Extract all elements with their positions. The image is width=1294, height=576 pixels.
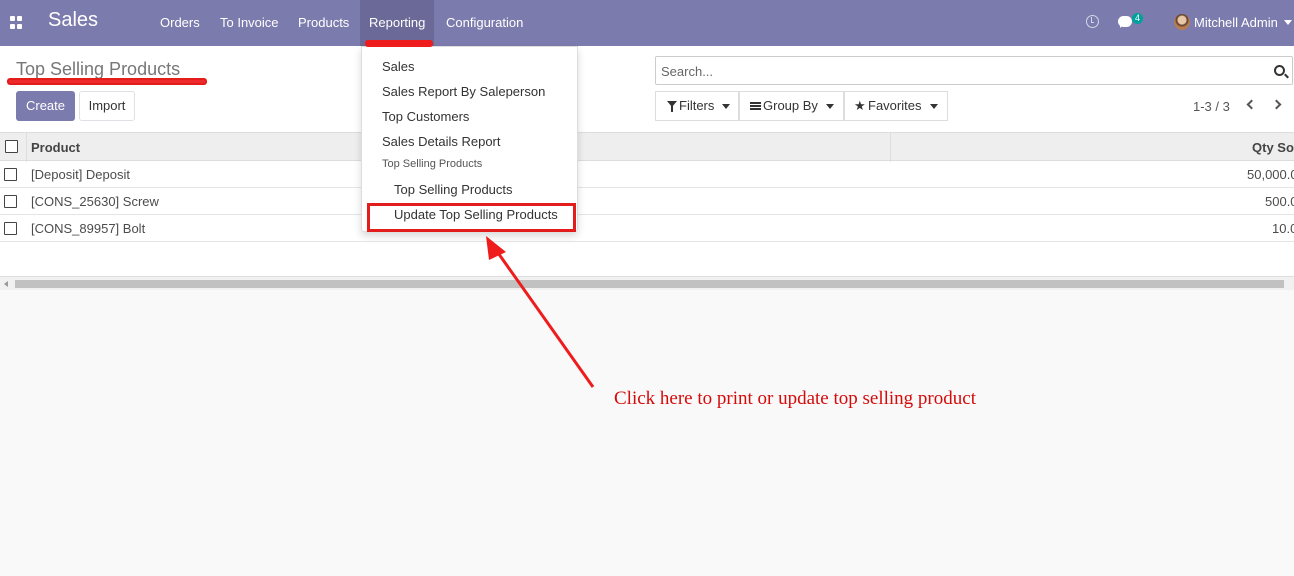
qty-sold: 10.0	[1272, 221, 1294, 236]
menu-item-top-customers[interactable]: Top Customers	[382, 109, 469, 124]
column-divider	[26, 133, 27, 162]
qty-sold: 50,000.0	[1247, 167, 1294, 182]
control-panel: Top Selling Products Create Import Filte…	[0, 46, 1294, 132]
column-header-product[interactable]: Product	[31, 140, 80, 155]
chevron-right-icon[interactable]	[1271, 99, 1282, 110]
row-checkbox[interactable]	[4, 168, 17, 181]
menu-orders[interactable]: Orders	[151, 0, 209, 46]
table-row[interactable]: [CONS_25630] Screw 500.0	[0, 188, 1294, 215]
group-by-label: Group By	[763, 98, 818, 113]
title-red-underline	[7, 78, 207, 85]
product-name: [Deposit] Deposit	[31, 167, 130, 182]
activity-clock-icon[interactable]	[1086, 15, 1099, 28]
filters-button[interactable]: Filters	[655, 91, 739, 121]
horizontal-scrollbar[interactable]	[0, 276, 1294, 290]
top-navbar: Sales Orders To Invoice Products Reporti…	[0, 0, 1294, 46]
product-name: [CONS_25630] Screw	[31, 194, 159, 209]
product-name: [CONS_89957] Bolt	[31, 221, 146, 236]
pager-value[interactable]: 1-3 / 3	[1193, 99, 1230, 114]
search-box[interactable]	[655, 56, 1293, 85]
import-button[interactable]: Import	[79, 91, 135, 121]
chat-icon[interactable]	[1118, 16, 1132, 28]
menu-item-top-selling-products[interactable]: Top Selling Products	[394, 182, 513, 197]
menu-products[interactable]: Products	[289, 0, 358, 46]
menu-item-sales-report-by-saleperson[interactable]: Sales Report By Saleperson	[382, 84, 545, 99]
caret-down-icon	[826, 104, 834, 109]
group-by-button[interactable]: Group By	[739, 91, 844, 121]
filters-label: Filters	[679, 98, 715, 113]
search-icon[interactable]	[1274, 65, 1285, 76]
user-avatar[interactable]	[1174, 14, 1190, 30]
annotation-text: Click here to print or update top sellin…	[614, 388, 976, 409]
list-view: Product Qty So [Deposit] Deposit 50,000.…	[0, 132, 1294, 290]
select-all-checkbox[interactable]	[5, 140, 18, 153]
scroll-left-icon[interactable]	[4, 281, 8, 287]
menu-item-sales[interactable]: Sales	[382, 59, 415, 74]
bars-icon	[750, 102, 761, 110]
app-brand[interactable]: Sales	[48, 9, 98, 32]
chevron-left-icon[interactable]	[1246, 99, 1257, 110]
page-title: Top Selling Products	[16, 59, 181, 79]
user-menu-name[interactable]: Mitchell Admin	[1194, 0, 1278, 46]
star-icon: ★	[854, 98, 866, 113]
table-row[interactable]: [CONS_89957] Bolt 10.0	[0, 215, 1294, 242]
menu-to-invoice[interactable]: To Invoice	[211, 0, 288, 46]
favorites-button[interactable]: ★ Favorites	[844, 91, 948, 121]
scrollbar-thumb[interactable]	[15, 280, 1284, 288]
column-header-qty[interactable]: Qty So	[1252, 140, 1294, 155]
create-button[interactable]: Create	[16, 91, 75, 121]
update-item-highlight-box	[367, 203, 576, 232]
caret-down-icon	[722, 104, 730, 109]
qty-sold: 500.0	[1265, 194, 1294, 209]
favorites-label: Favorites	[868, 98, 922, 113]
search-input[interactable]	[661, 61, 1221, 81]
filter-icon	[667, 101, 677, 112]
caret-down-icon[interactable]	[1284, 20, 1292, 25]
apps-grid-icon[interactable]	[10, 16, 23, 29]
row-checkbox[interactable]	[4, 195, 17, 208]
menu-item-sales-details-report[interactable]: Sales Details Report	[382, 134, 501, 149]
table-row[interactable]: [Deposit] Deposit 50,000.0	[0, 161, 1294, 188]
column-divider	[890, 133, 891, 162]
menu-section-top-selling-products: Top Selling Products	[382, 158, 483, 170]
caret-down-icon	[930, 104, 938, 109]
chat-count-badge: 4	[1132, 13, 1144, 24]
row-checkbox[interactable]	[4, 222, 17, 235]
reporting-red-underline	[365, 40, 433, 47]
menu-configuration[interactable]: Configuration	[437, 0, 532, 46]
list-header: Product Qty So	[0, 132, 1294, 162]
